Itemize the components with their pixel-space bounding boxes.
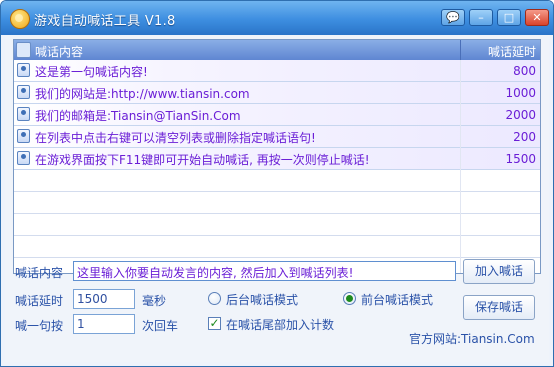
- column-separator: [460, 40, 461, 60]
- append-count-checkbox[interactable]: ✓: [208, 317, 221, 330]
- empty-row: [14, 236, 540, 258]
- list-row[interactable]: 在游戏界面按下F11键即可开始自动喊话, 再按一次则停止喊话! 1500: [14, 148, 540, 170]
- delay-unit: 毫秒: [142, 294, 167, 308]
- enter-unit: 次回车: [142, 319, 179, 333]
- row-user-icon: [17, 85, 30, 99]
- header-checkbox-icon: [16, 42, 31, 58]
- row-message: 我们的邮箱是:Tiansin@TianSin.Com: [35, 109, 241, 123]
- empty-row: [14, 170, 540, 192]
- delay-input[interactable]: 1500: [73, 289, 135, 309]
- column-header-content[interactable]: 喊话内容: [35, 43, 83, 60]
- row-delay: 200: [513, 130, 536, 144]
- row-message: 在列表中点击右键可以清空列表或删除指定喊话语句!: [35, 131, 316, 145]
- enter-label: 喊一句按: [15, 319, 64, 333]
- row-delay: 800: [513, 64, 536, 78]
- save-message-button[interactable]: 保存喊话: [463, 295, 535, 320]
- window-title: 游戏自动喊话工具 V1.8: [34, 14, 176, 29]
- delay-label: 喊话延时: [15, 294, 64, 308]
- row-message: 这是第一句喊话内容!: [35, 65, 148, 79]
- row-delay: 1000: [505, 86, 536, 100]
- column-gridline: [460, 60, 461, 273]
- message-label: 喊话内容: [15, 266, 64, 280]
- list-row[interactable]: 我们的网站是:http://www.tiansin.com 1000: [14, 82, 540, 104]
- foreground-mode-label[interactable]: 前台喊话模式: [361, 291, 433, 308]
- enter-count-input[interactable]: 1: [73, 314, 135, 334]
- message-input[interactable]: 这里输入你要自动发言的内容, 然后加入到喊话列表!: [73, 261, 456, 281]
- client-area: 喊话内容 喊话延时 这是第一句喊话内容! 800 我们的网站是:http://w…: [5, 35, 549, 362]
- row-user-icon: [17, 129, 30, 143]
- list-row[interactable]: 我们的邮箱是:Tiansin@TianSin.Com 2000: [14, 104, 540, 126]
- list-row[interactable]: 在列表中点击右键可以清空列表或删除指定喊话语句! 200: [14, 126, 540, 148]
- row-user-icon: [17, 151, 30, 165]
- message-list[interactable]: 喊话内容 喊话延时 这是第一句喊话内容! 800 我们的网站是:http://w…: [13, 39, 541, 274]
- app-window: 游戏自动喊话工具 V1.8 💬 – □ ✕ 喊话内容 喊话延时 这是第一句喊话内…: [0, 0, 554, 367]
- row-user-icon: [17, 63, 30, 77]
- background-mode-label[interactable]: 后台喊话模式: [226, 291, 298, 308]
- app-logo-icon: [10, 9, 30, 29]
- close-button[interactable]: ✕: [525, 9, 549, 26]
- empty-row: [14, 214, 540, 236]
- row-delay: 1500: [505, 152, 536, 166]
- background-mode-radio[interactable]: [208, 292, 221, 305]
- skin-chat-icon[interactable]: 💬: [441, 9, 465, 26]
- add-message-button[interactable]: 加入喊话: [463, 259, 535, 284]
- maximize-button[interactable]: □: [497, 9, 521, 26]
- list-header: 喊话内容 喊话延时: [14, 40, 540, 61]
- title-bar[interactable]: 游戏自动喊话工具 V1.8 💬 – □ ✕: [1, 1, 553, 35]
- append-count-label[interactable]: 在喊话尾部加入计数: [226, 316, 334, 333]
- empty-row: [14, 192, 540, 214]
- row-delay: 2000: [505, 108, 536, 122]
- official-site-link[interactable]: 官方网站:Tiansin.Com: [409, 330, 535, 347]
- minimize-button[interactable]: –: [469, 9, 493, 26]
- row-message: 我们的网站是:http://www.tiansin.com: [35, 87, 250, 101]
- list-row[interactable]: 这是第一句喊话内容! 800: [14, 60, 540, 82]
- row-message: 在游戏界面按下F11键即可开始自动喊话, 再按一次则停止喊话!: [35, 153, 370, 167]
- column-header-delay[interactable]: 喊话延时: [464, 43, 536, 60]
- row-user-icon: [17, 107, 30, 121]
- foreground-mode-radio[interactable]: [343, 292, 356, 305]
